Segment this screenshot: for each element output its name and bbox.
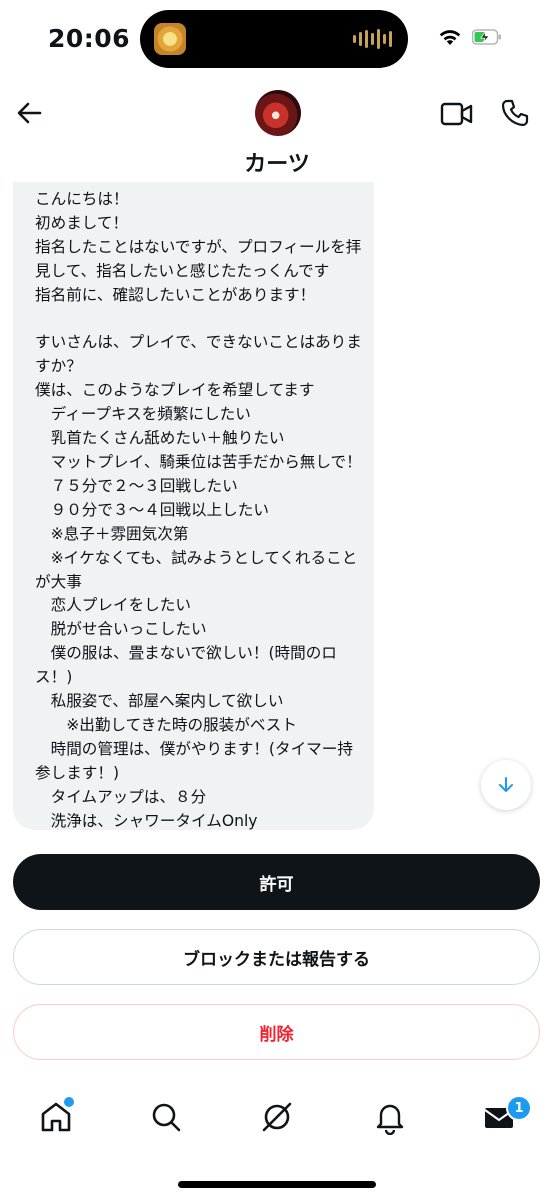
conversation-header: カーツ [0,84,554,180]
block-or-report-button-label: ブロックまたは報告する [183,949,370,970]
block-or-report-button[interactable]: ブロックまたは報告する [13,929,540,985]
wifi-icon [439,30,461,45]
delete-button[interactable]: 削除 [13,1004,540,1060]
accept-button[interactable]: 許可 [13,854,540,910]
arrow-down-icon [499,777,513,792]
battery-charging-icon [472,29,501,45]
status-time: 20:06 [48,24,131,53]
message-request-bubble: こんにちは！ 初めまして！ 指名したことはないですが、プロフィールを拝見して、指… [13,182,374,830]
status-icons [438,28,502,46]
bottom-navigation [0,1085,554,1155]
contact-name: カーツ [244,152,310,177]
accept-button-label: 許可 [259,874,294,895]
phone-call-icon[interactable] [500,98,530,128]
delete-button-label: 削除 [259,1024,294,1045]
video-call-icon[interactable] [440,100,474,128]
now-playing-artwork-icon [154,23,186,55]
message-text: こんにちは！ 初めまして！ 指名したことはないですが、プロフィールを拝見して、指… [35,190,362,830]
status-bar: 20:06 [0,0,554,84]
avatar[interactable] [255,90,301,136]
home-indicator[interactable] [178,1181,376,1188]
dynamic-island [140,10,408,68]
scroll-to-bottom-button[interactable] [481,760,531,810]
search-icon[interactable] [148,1099,184,1135]
grok-icon[interactable] [259,1099,295,1135]
audio-waveform-icon [353,29,392,49]
messages-unread-badge: 1 [506,1095,532,1121]
home-new-posts-dot [62,1095,76,1109]
back-arrow-icon[interactable] [14,98,44,128]
notifications-bell-icon[interactable] [372,1099,408,1135]
